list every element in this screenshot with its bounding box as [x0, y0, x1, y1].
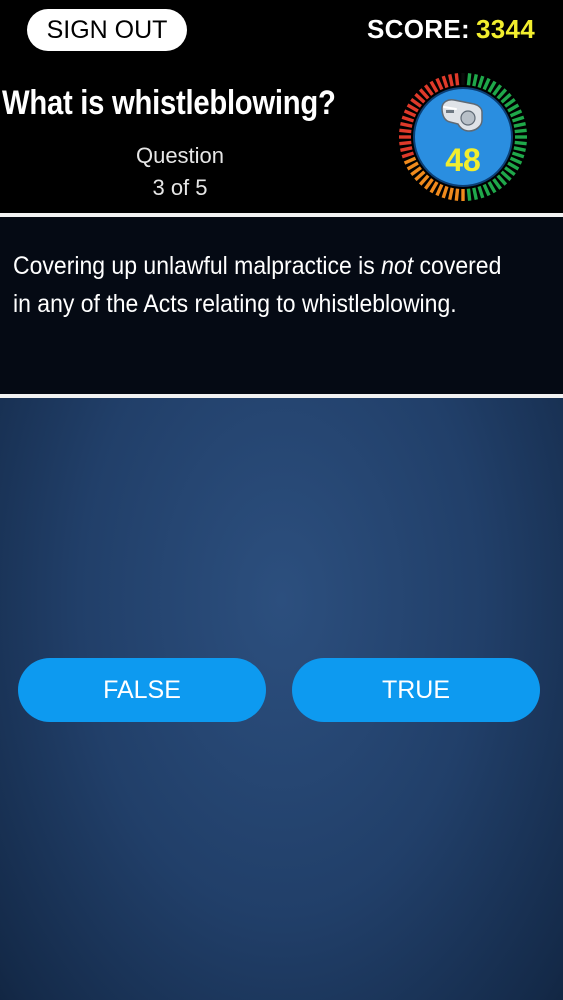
timer-tick: [429, 80, 439, 93]
timer-tick: [482, 77, 491, 91]
score-label: SCORE:: [367, 14, 470, 44]
timer-tick: [500, 92, 512, 104]
timer-tick: [504, 98, 516, 108]
timer-tick: [487, 181, 497, 194]
timer-tick: [466, 73, 472, 86]
timer-tick: [424, 84, 434, 96]
top-header: SIGN OUT SCORE: 3344 What is whistleblowi…: [0, 0, 563, 215]
score-display: SCORE: 3344: [367, 14, 535, 45]
timer-tick: [513, 122, 526, 128]
timer-tick: [454, 73, 460, 86]
statement-panel: Covering up unlawful malpractice is not …: [0, 217, 563, 394]
false-button[interactable]: FALSE: [18, 658, 266, 722]
timer-tick: [414, 92, 426, 104]
timer-tick: [477, 75, 485, 89]
timer-tick: [492, 178, 502, 190]
score-value: 3344: [475, 14, 535, 44]
timer-tick: [487, 80, 497, 93]
timer-seconds: 48: [445, 142, 481, 178]
timer-tick: [400, 122, 413, 128]
question-label: Question: [135, 143, 225, 168]
timer-tick: [477, 185, 485, 199]
statement-text: Covering up unlawful malpractice is: [13, 252, 382, 280]
timer-tick: [403, 109, 417, 118]
timer-tick: [492, 84, 502, 96]
timer-tick: [441, 75, 449, 89]
countdown-timer: 48: [396, 70, 530, 204]
timer-ring: [399, 73, 527, 201]
quiz-title: What is whistleblowing?: [2, 84, 336, 122]
question-progress: 3 of 5: [152, 175, 208, 200]
timer-tick: [509, 109, 523, 118]
timer-tick: [482, 183, 491, 197]
timer-tick: [507, 103, 520, 113]
timer-tick: [429, 181, 439, 194]
timer-tick: [441, 185, 449, 199]
timer-tick: [418, 88, 430, 100]
statement-emphasis: not: [381, 252, 414, 280]
timer-tick: [399, 128, 412, 134]
timer-tick: [435, 77, 444, 91]
timer-tick: [454, 188, 460, 201]
sign-out-button[interactable]: SIGN OUT: [27, 9, 187, 51]
bottom-divider: [0, 394, 563, 398]
timer-tick: [472, 74, 478, 87]
timer-tick: [435, 183, 444, 197]
timer-tick: [511, 115, 525, 123]
question-statement: Covering up unlawful malpractice is not …: [13, 247, 510, 323]
timer-tick: [466, 188, 472, 201]
timer-tick: [496, 88, 508, 100]
timer-tick: [406, 103, 419, 113]
timer-tick: [448, 187, 454, 200]
timer-tick: [448, 74, 454, 87]
timer-tick: [401, 115, 415, 123]
true-button[interactable]: TRUE: [292, 658, 540, 722]
timer-tick: [424, 178, 434, 190]
timer-tick: [410, 98, 422, 108]
timer-tick: [514, 128, 527, 134]
timer-tick: [472, 187, 478, 200]
